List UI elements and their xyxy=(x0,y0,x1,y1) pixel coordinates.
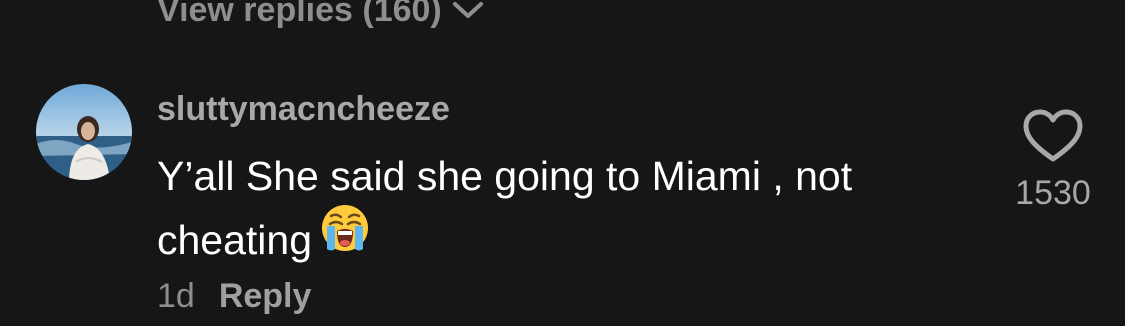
view-replies-label: View replies (160) xyxy=(157,0,442,29)
view-replies-button[interactable]: View replies (160) xyxy=(157,0,484,32)
avatar[interactable] xyxy=(36,84,132,180)
comment-username[interactable]: sluttymacncheeze xyxy=(157,90,450,129)
comment-timestamp: 1d xyxy=(157,277,195,315)
like-block: 1530 xyxy=(1010,108,1096,213)
comment-meta: 1d Reply xyxy=(157,277,311,316)
chevron-down-icon xyxy=(452,2,483,18)
comment-item: sluttymacncheeze Y’all She said she goin… xyxy=(0,80,1125,326)
loudly-crying-face-icon xyxy=(320,203,370,271)
like-count: 1530 xyxy=(1015,174,1091,212)
heart-outline-icon[interactable] xyxy=(1021,108,1085,164)
comment-text: Y’all She said she going to Miami , not … xyxy=(157,144,957,277)
reply-button[interactable]: Reply xyxy=(219,277,312,316)
comment-text-line-2-text: cheating xyxy=(157,217,313,263)
comment-text-line-1: Y’all She said she going to Miami , not xyxy=(157,153,853,199)
comment-text-line-2: cheating xyxy=(157,205,957,277)
